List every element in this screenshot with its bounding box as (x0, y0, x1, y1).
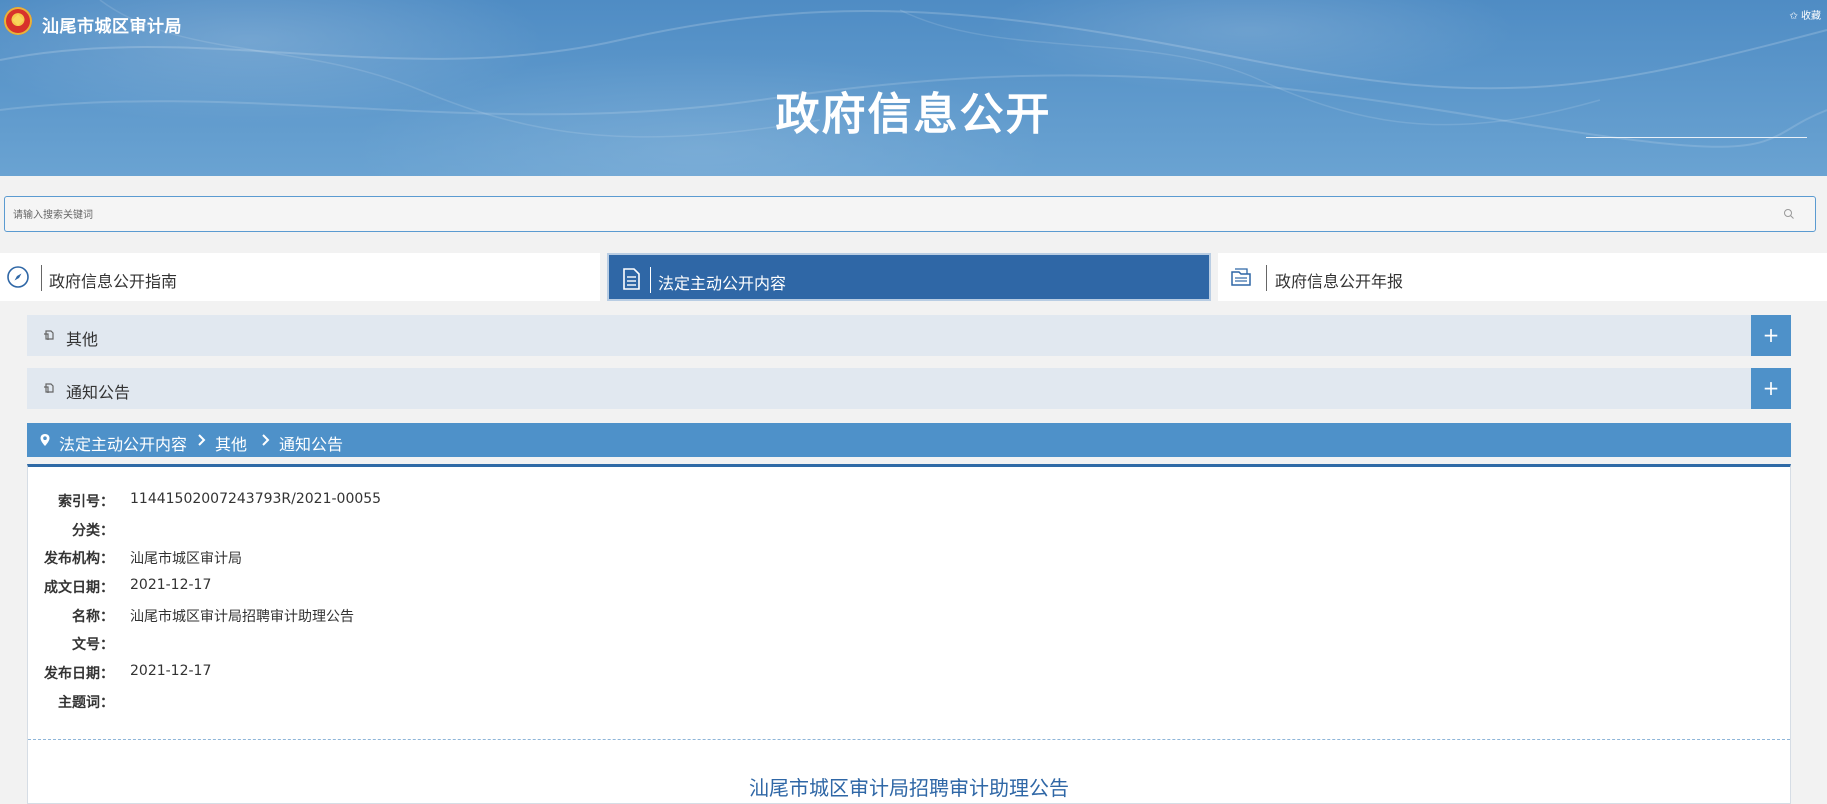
breadcrumb: 法定主动公开内容 其他 通知公告 (27, 423, 1791, 457)
tab-label: 政府信息公开指南 (49, 272, 178, 291)
meta-value: 2021-12-17 (130, 663, 212, 679)
meta-key: 成文日期： (44, 580, 114, 596)
meta-key: 发布日期： (44, 666, 114, 682)
location-pin-icon (40, 434, 50, 446)
page-title: 政府信息公开 (775, 89, 1052, 140)
site-name[interactable]: 汕尾市城区审计局 (42, 12, 182, 37)
national-emblem-icon (4, 7, 32, 35)
meta-key: 索引号： (58, 494, 114, 510)
meta-value: 11441502007243793R/2021-00055 (130, 491, 382, 507)
bullet-icon (44, 383, 54, 393)
meta-value: 汕尾市城区审计局 (130, 551, 242, 567)
document-title: 汕尾市城区审计局招聘审计助理公告 (749, 776, 1069, 800)
favorite-link[interactable]: ✩ 收藏 (1789, 7, 1821, 22)
breadcrumb-item[interactable]: 其他 (215, 431, 247, 455)
document-icon (623, 268, 640, 290)
tab-guide[interactable]: 政府信息公开指南 (0, 253, 600, 301)
bullet-icon (44, 330, 54, 340)
expand-button[interactable]: + (1751, 315, 1791, 356)
tab-separator (650, 267, 651, 293)
expand-button[interactable]: + (1751, 368, 1791, 409)
search-icon[interactable] (1783, 208, 1795, 220)
breadcrumb-item[interactable]: 法定主动公开内容 (59, 431, 187, 455)
category-label: 其他 (66, 330, 99, 349)
meta-key: 分类： (72, 523, 114, 539)
breadcrumb-item[interactable]: 通知公告 (279, 431, 343, 455)
tab-annual-report[interactable]: 政府信息公开年报 (1218, 253, 1827, 301)
category-label: 通知公告 (66, 383, 131, 402)
search-input[interactable] (11, 197, 1765, 233)
search-bar (4, 196, 1816, 233)
banner-divider (1586, 137, 1807, 138)
tab-label: 法定主动公开内容 (658, 274, 787, 293)
tab-label: 政府信息公开年报 (1275, 272, 1404, 291)
divider (28, 739, 1790, 740)
compass-icon (7, 266, 29, 288)
header-banner: 汕尾市城区审计局 ✩ 收藏 政府信息公开 (0, 0, 1827, 176)
category-notices[interactable]: 通知公告 + (27, 368, 1791, 409)
meta-value: 2021-12-17 (130, 577, 212, 593)
meta-key: 主题词： (58, 695, 114, 711)
tab-statutory-content[interactable]: 法定主动公开内容 (607, 253, 1211, 301)
meta-key: 名称： (72, 609, 114, 625)
folder-icon (1231, 268, 1251, 286)
category-other[interactable]: 其他 + (27, 315, 1791, 356)
meta-key: 发布机构： (44, 551, 114, 567)
document-info-card: 索引号： 11441502007243793R/2021-00055 分类： 发… (27, 464, 1791, 804)
chevron-right-icon (262, 434, 270, 446)
tab-separator (1266, 265, 1267, 291)
tab-separator (41, 265, 42, 291)
meta-value: 汕尾市城区审计局招聘审计助理公告 (130, 609, 354, 625)
chevron-right-icon (198, 434, 206, 446)
meta-key: 文号： (72, 637, 114, 653)
